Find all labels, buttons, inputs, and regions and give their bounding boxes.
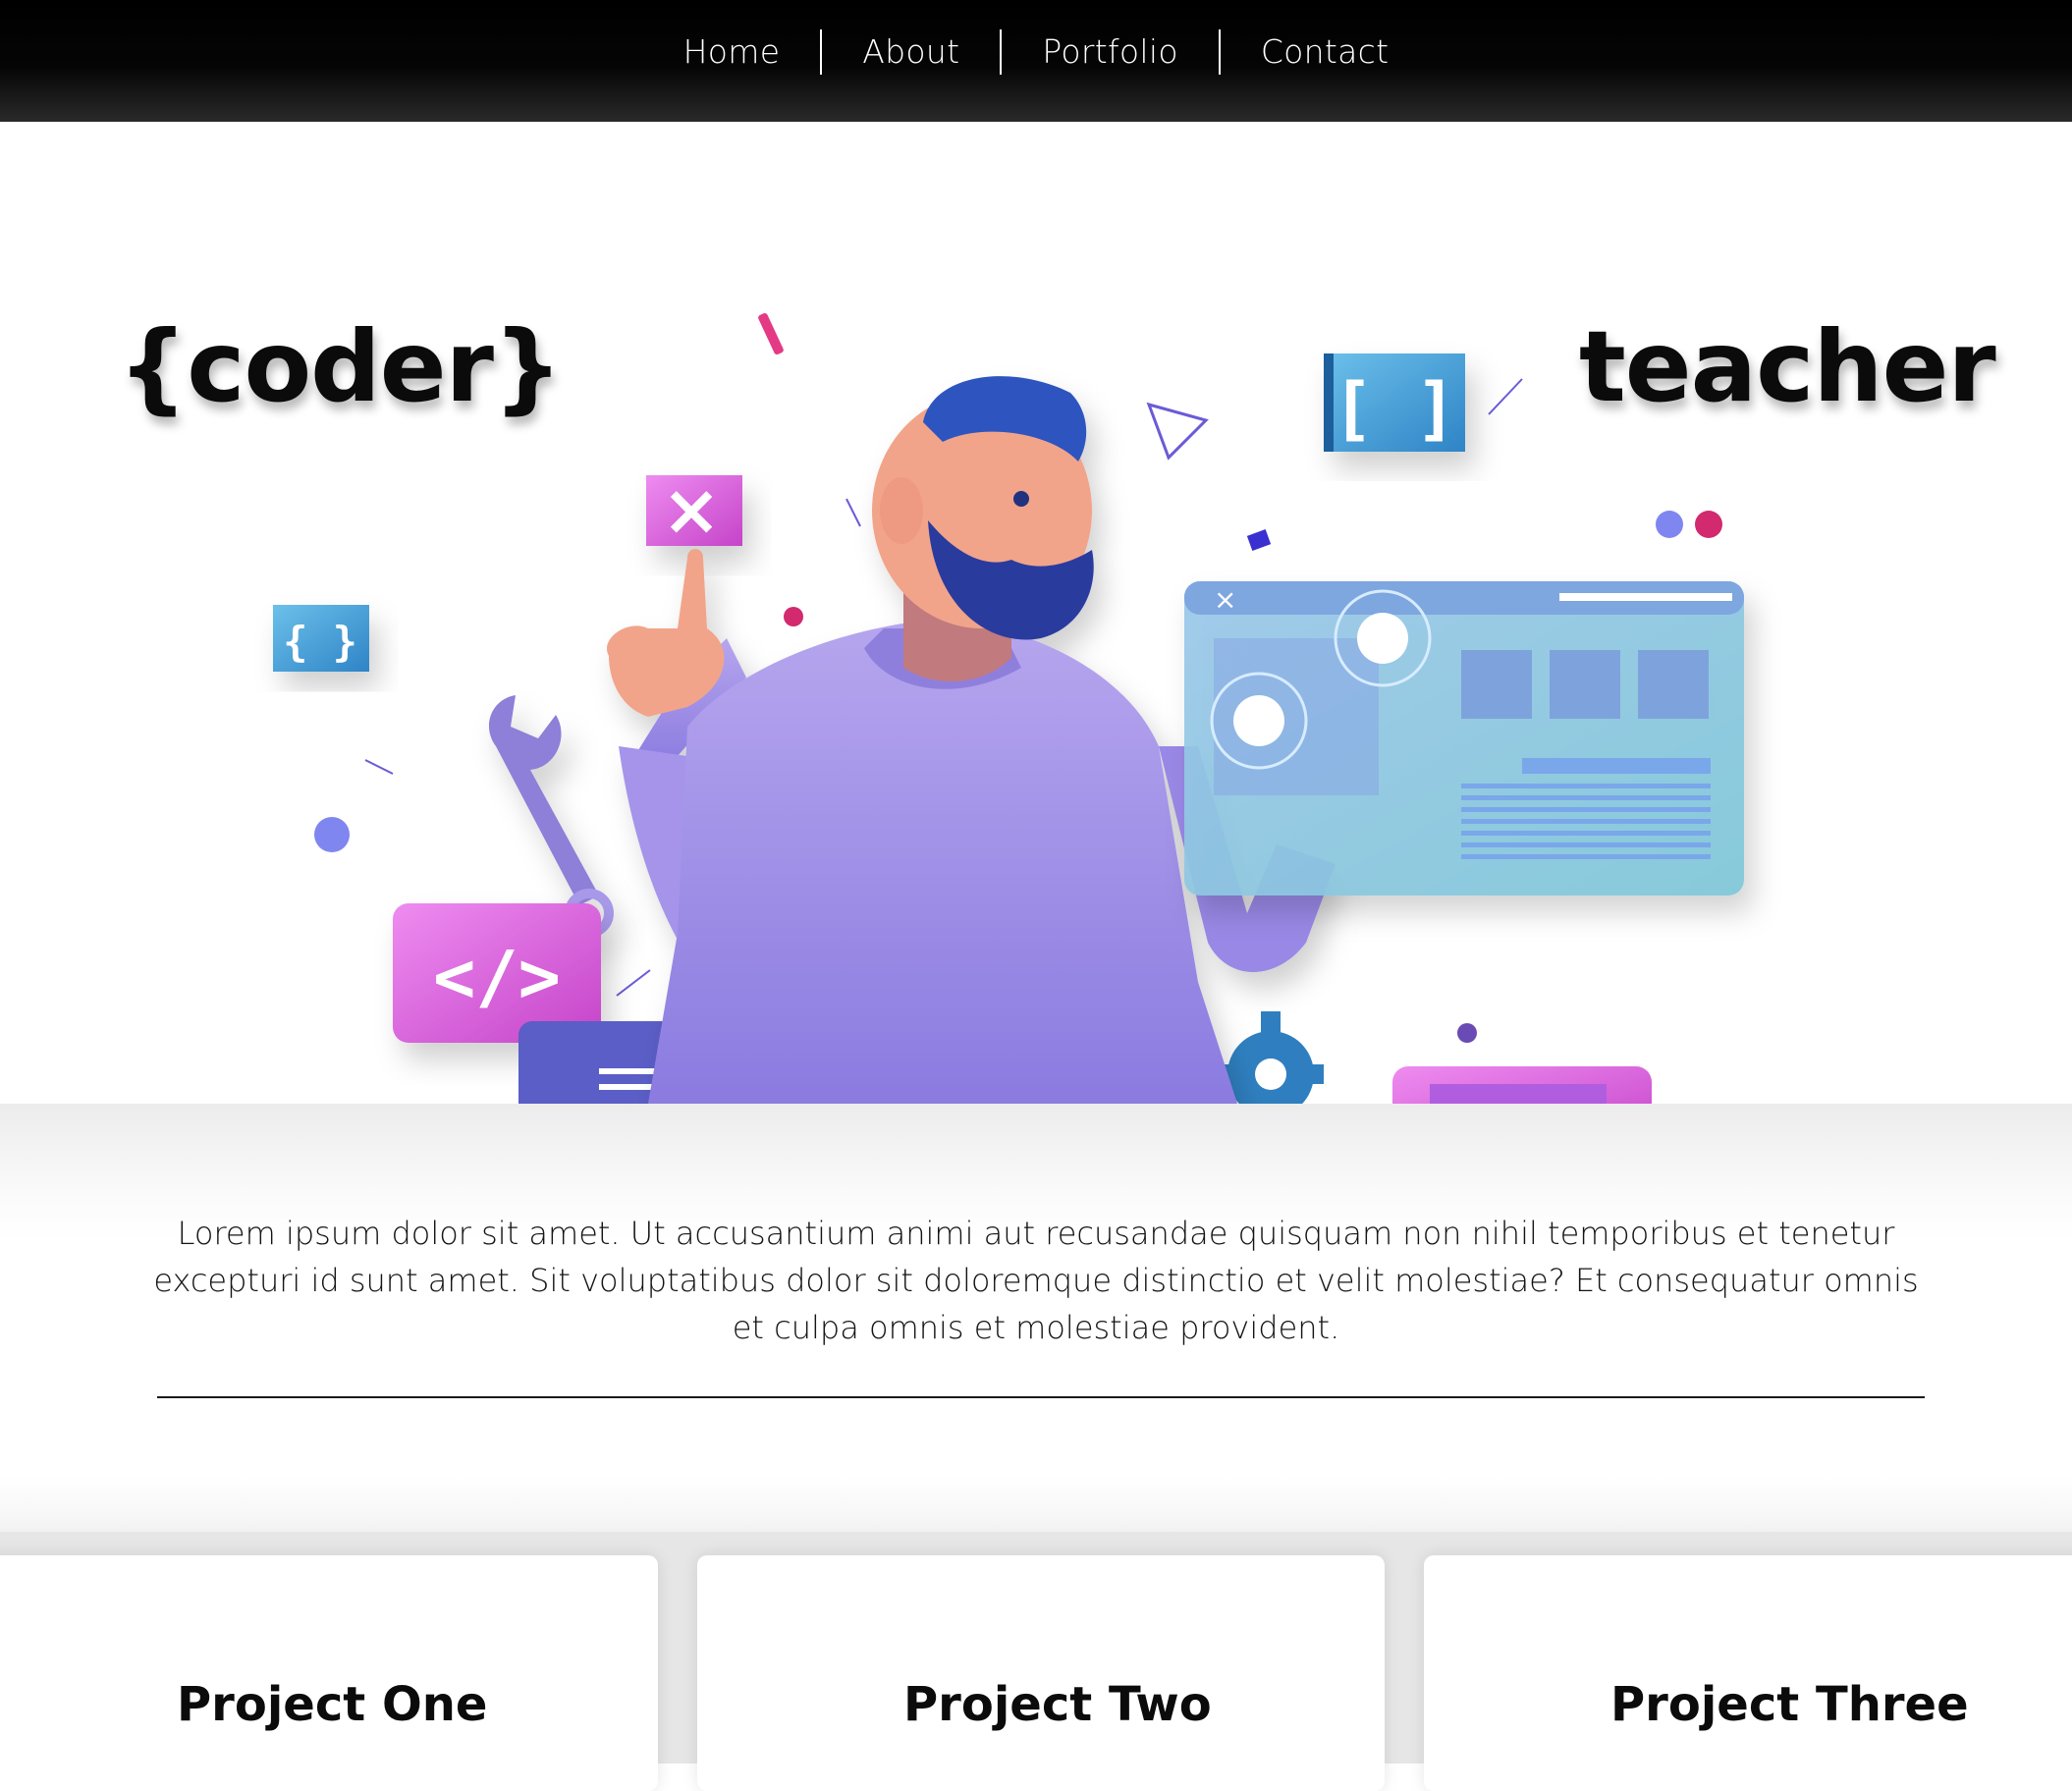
projects-section: Project One Project Two Project Three: [0, 1532, 2072, 1791]
section-divider: [157, 1396, 1925, 1398]
project-title: Project Three: [1610, 1676, 1969, 1732]
hero-illustration: [ ] { } × </> ×: [273, 312, 1744, 1104]
glass-screen-panel: ×: [1184, 581, 1744, 896]
braces-label: { }: [283, 618, 357, 666]
project-title: Project Two: [903, 1676, 1212, 1732]
top-navbar: Home About Portfolio Contact: [0, 0, 2072, 122]
nav-item-portfolio[interactable]: Portfolio: [1002, 29, 1221, 75]
hero-title-teacher: teacher: [1579, 309, 1996, 424]
intro-paragraph: Lorem ipsum dolor sit amet. Ut accusanti…: [153, 1215, 1919, 1346]
nav-item-contact[interactable]: Contact: [1221, 29, 1430, 75]
code-tag-label: </>: [433, 936, 561, 1018]
magenta-panel: [1392, 1066, 1652, 1104]
hero-title-coder: {coder}: [118, 309, 563, 424]
screen-close-label: ×: [1214, 583, 1236, 616]
nav-item-about[interactable]: About: [822, 29, 1003, 75]
project-card-two[interactable]: Project Two: [697, 1555, 1385, 1791]
close-label: ×: [662, 468, 721, 551]
brackets-cube-icon: [ ]: [1324, 353, 1465, 452]
project-card-three[interactable]: Project Three: [1424, 1555, 2072, 1791]
close-box-icon: ×: [646, 468, 742, 551]
gear-icon: [1218, 1011, 1324, 1104]
nav-item-home[interactable]: Home: [643, 29, 823, 75]
wrench-icon: [488, 695, 614, 938]
nav-menu: Home About Portfolio Contact: [643, 29, 1430, 75]
hero-section: [ ] { } × </> × {coder} teacher: [0, 122, 2072, 1104]
braces-cube-icon: { }: [273, 605, 369, 672]
project-card-one[interactable]: Project One: [0, 1555, 658, 1791]
brackets-label: [ ]: [1333, 368, 1456, 449]
project-title: Project One: [177, 1676, 488, 1732]
intro-section: Lorem ipsum dolor sit amet. Ut accusanti…: [0, 1104, 2072, 1565]
